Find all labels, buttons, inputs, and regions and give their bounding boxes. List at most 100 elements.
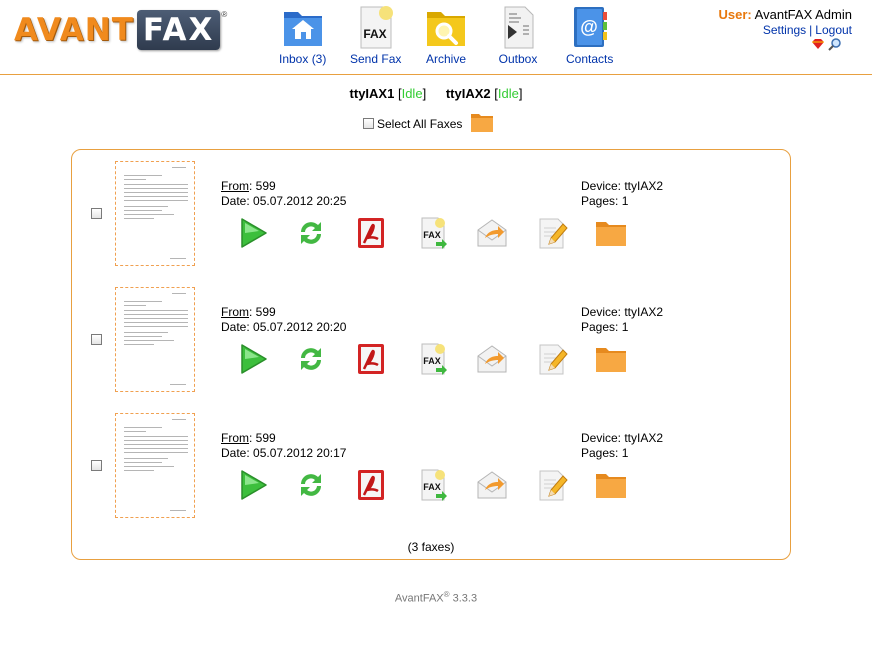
nav-inbox-label: Inbox (3) [279, 52, 327, 66]
email-forward-icon[interactable] [475, 216, 509, 250]
admin-gem-icon[interactable] [811, 38, 825, 55]
rotate-refresh-icon[interactable] [294, 468, 328, 502]
thumbnail-text-line [170, 258, 186, 259]
contacts-addressbook-icon: @ [567, 4, 613, 50]
modem-idle-status: Idle [401, 86, 423, 101]
modem-status-bar: ttyIAX1 [Idle] ttyIAX2 [Idle] [0, 86, 872, 101]
logo-avant-text: AVANT [14, 12, 134, 48]
thumbnail-text-line [124, 322, 188, 323]
nav-outbox[interactable]: Outbox [495, 4, 541, 66]
fax-from-value: : 599 [249, 305, 276, 319]
fax-pages: Pages: 1 [581, 194, 629, 208]
nav-inbox[interactable]: Inbox (3) [279, 4, 326, 66]
fax-row: From: 599 Date: 05.07.2012 20:25 Device:… [72, 150, 790, 266]
footer-product: AvantFAX [394, 592, 444, 605]
fax-forward-icon[interactable]: FAX [416, 216, 450, 250]
thumbnail-text-line [124, 462, 162, 463]
svg-text:FAX: FAX [423, 482, 441, 492]
modem-status: ttyIAX1 [Idle] [350, 86, 427, 101]
thumbnail-text-line [124, 344, 154, 345]
fax-forward-icon[interactable]: FAX [416, 342, 450, 376]
fax-from-link[interactable]: From [221, 179, 249, 193]
thumbnail-text-line [124, 440, 188, 441]
fax-date: Date: 05.07.2012 20:25 [221, 194, 347, 208]
user-line: User: AvantFAX Admin [719, 7, 852, 22]
pdf-icon[interactable] [354, 342, 388, 376]
fax-device: Device: ttyIAX2 [581, 431, 664, 445]
modem-name: ttyIAX2 [445, 86, 491, 101]
thumbnail-text-line [124, 336, 162, 337]
nav-archive-label: Archive [425, 52, 466, 66]
fax-thumbnail[interactable] [115, 413, 195, 518]
bulk-archive-folder-icon[interactable] [469, 110, 495, 137]
email-forward-icon[interactable] [475, 342, 509, 376]
user-name: AvantFAX Admin [754, 7, 852, 22]
select-all-label[interactable]: Select All Faxes [377, 117, 462, 131]
fax-meta-left: From: 599 Date: 05.07.2012 20:17 [221, 431, 346, 461]
view-play-icon[interactable] [236, 468, 270, 502]
fax-meta-right: Device: ttyIAX2 Pages: 1 [581, 431, 663, 461]
nav-archive[interactable]: Archive [423, 4, 469, 66]
fax-from-link[interactable]: From [221, 431, 249, 445]
thumbnail-text-line [124, 200, 188, 201]
fax-count-summary: (3 faxes) [407, 540, 455, 554]
view-play-icon[interactable] [236, 216, 270, 250]
thumbnail-text-line [124, 436, 188, 437]
fax-list-panel: From: 599 Date: 05.07.2012 20:25 Device:… [71, 149, 791, 560]
view-play-icon[interactable] [236, 342, 270, 376]
edit-pencil-icon[interactable] [535, 216, 569, 250]
archive-folder-icon[interactable] [594, 468, 628, 502]
fax-date: Date: 05.07.2012 20:17 [221, 446, 347, 460]
thumbnail-text-line [172, 167, 186, 168]
fax-thumbnail[interactable] [115, 287, 195, 392]
thumbnail-text-line [170, 384, 186, 385]
select-all-checkbox[interactable] [363, 118, 374, 129]
thumbnail-text-line [124, 188, 188, 189]
archive-search-folder-icon [423, 4, 469, 50]
pdf-icon[interactable] [354, 216, 388, 250]
edit-pencil-icon[interactable] [535, 468, 569, 502]
rotate-refresh-icon[interactable] [294, 342, 328, 376]
pdf-icon[interactable] [354, 468, 388, 502]
nav-send-fax-label: Send Fax [350, 52, 402, 66]
user-mini-icons [719, 38, 842, 55]
thumbnail-text-line [172, 419, 186, 420]
settings-link[interactable]: Settings [763, 23, 806, 37]
footer-version: AvantFAX® 3.3.3 [0, 590, 872, 605]
fax-pages: Pages: 1 [581, 320, 629, 334]
user-links: Settings | Logout [719, 23, 852, 37]
thumbnail-text-line [124, 318, 188, 319]
thumbnail-text-line [124, 184, 188, 185]
thumbnail-text-line [124, 314, 188, 315]
logo-fax-text: FAX [136, 10, 221, 50]
nav-send-fax[interactable]: FAX Send Fax [350, 4, 401, 66]
archive-folder-icon[interactable] [594, 342, 628, 376]
nav-contacts[interactable]: @ Contacts [566, 4, 613, 66]
email-forward-icon[interactable] [475, 468, 509, 502]
thumbnail-text-line [124, 179, 146, 180]
thumbnail-text-line [124, 192, 188, 193]
fax-from-link[interactable]: From [221, 305, 249, 319]
thumbnail-text-line [124, 301, 162, 302]
avantfax-logo[interactable]: AVANT FAX ® [14, 10, 227, 50]
fax-select-checkbox[interactable] [91, 334, 102, 345]
thumbnail-text-line [124, 214, 174, 215]
thumbnail-text-line [124, 310, 188, 311]
thumbnail-text-line [124, 452, 188, 453]
thumbnail-text-line [124, 206, 168, 207]
logout-link[interactable]: Logout [815, 23, 852, 37]
fax-forward-icon[interactable]: FAX [416, 468, 450, 502]
fax-select-checkbox[interactable] [91, 208, 102, 219]
user-panel: User: AvantFAX Admin Settings | Logout [719, 7, 852, 55]
fax-thumbnail[interactable] [115, 161, 195, 266]
thumbnail-text-line [124, 448, 188, 449]
edit-pencil-icon[interactable] [535, 342, 569, 376]
rotate-refresh-icon[interactable] [294, 216, 328, 250]
nav-outbox-label: Outbox [498, 52, 538, 66]
zoom-search-icon[interactable] [828, 38, 842, 55]
footer-version-number: 3.3.3 [449, 592, 478, 605]
archive-folder-icon[interactable] [594, 216, 628, 250]
fax-select-checkbox[interactable] [91, 460, 102, 471]
thumbnail-text-line [124, 340, 174, 341]
thumbnail-text-line [124, 175, 162, 176]
